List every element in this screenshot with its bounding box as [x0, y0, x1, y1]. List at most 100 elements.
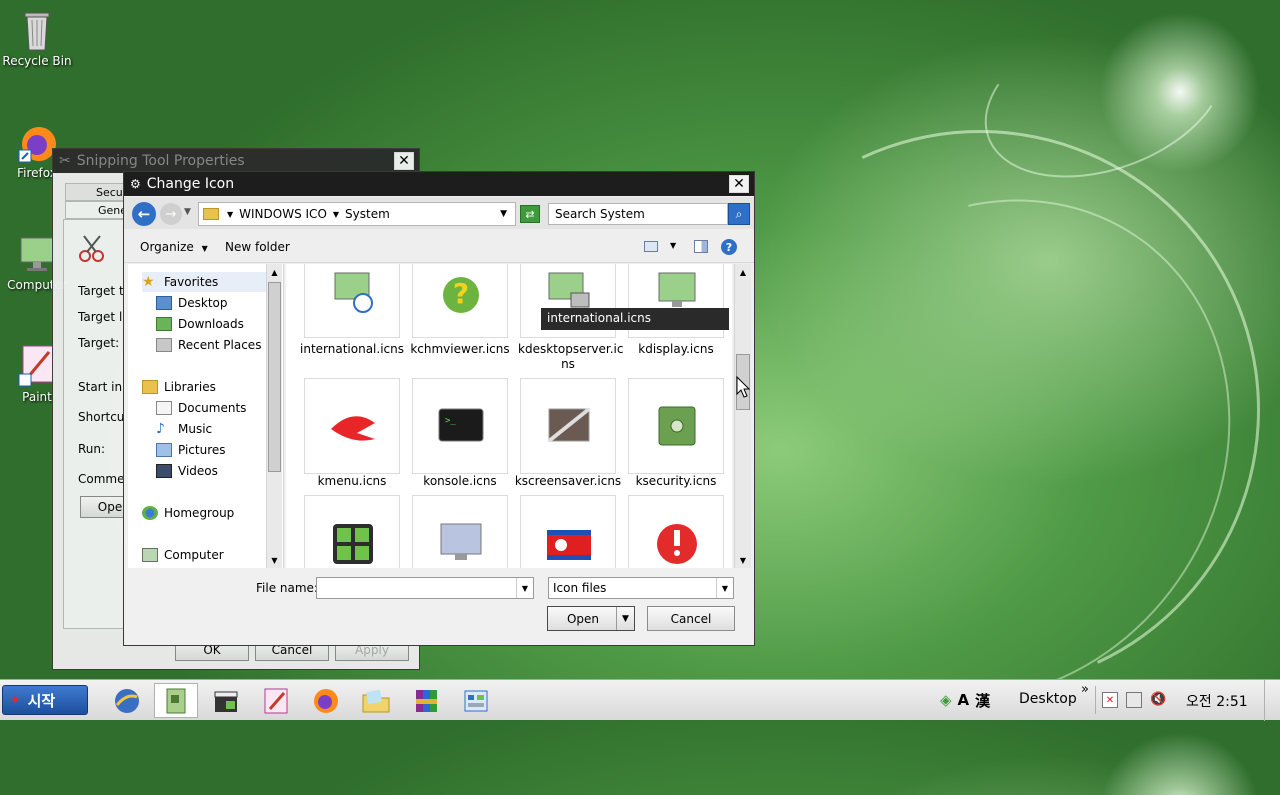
organize-menu[interactable]: Organize ▼ — [140, 240, 208, 254]
taskbar-app-browser[interactable] — [105, 683, 149, 718]
file-tile[interactable] — [520, 378, 616, 474]
taskbar-app-control-panel[interactable] — [454, 683, 498, 718]
dropdown-chevron-icon[interactable]: ▼ — [516, 578, 533, 598]
taskbar-app-paint[interactable] — [254, 683, 298, 718]
scroll-down-icon[interactable]: ▼ — [267, 552, 282, 568]
file-tile[interactable] — [304, 378, 400, 474]
back-arrow-icon[interactable]: ← — [132, 202, 156, 226]
breadcrumb-sep-icon[interactable]: ▼ — [227, 210, 233, 219]
documents-icon — [156, 401, 172, 415]
sidebar-item-documents[interactable]: Documents — [156, 398, 246, 418]
file-name-input[interactable]: ▼ — [316, 577, 534, 599]
breadcrumb-dropdown-icon[interactable]: ▼ — [500, 209, 507, 219]
monitor-icon — [440, 523, 482, 560]
breadcrumb-item[interactable]: WINDOWS ICO — [239, 207, 327, 221]
breadcrumb-item[interactable]: System — [345, 207, 390, 221]
toolbar-chevron[interactable]: » — [1081, 682, 1089, 697]
breadcrumb-sep-icon[interactable]: ▼ — [333, 210, 339, 219]
field-label: Target lc — [78, 310, 129, 324]
sidebar-item-desktop[interactable]: Desktop — [156, 293, 228, 313]
taskbar-app-folder[interactable] — [354, 683, 398, 718]
pictures-icon — [156, 443, 172, 457]
file-tile[interactable]: ? — [412, 264, 508, 338]
dialog-titlebar: ⚙ Change Icon ✕ — [124, 172, 754, 196]
scroll-up-icon[interactable]: ▲ — [735, 264, 751, 280]
folder-icon — [362, 689, 390, 712]
sidebar-item-music[interactable]: ♪ Music — [156, 419, 212, 439]
file-tile[interactable]: >_ — [412, 378, 508, 474]
taskbar-app-document-active[interactable] — [154, 683, 198, 718]
dialog-title: Change Icon — [146, 176, 235, 192]
action-center-icon[interactable]: ✕ — [1102, 692, 1118, 708]
file-name: kdisplay.icns — [638, 342, 714, 356]
sidebar-item-libraries[interactable]: Libraries — [142, 377, 216, 397]
split-chevron-icon[interactable]: ▼ — [616, 607, 634, 630]
kchmviewer-icon: ? — [443, 277, 479, 313]
sidebar-item-downloads[interactable]: Downloads — [156, 314, 244, 334]
file-tile[interactable] — [412, 495, 508, 568]
taskbar-app-firefox[interactable] — [304, 683, 348, 718]
field-label: Commer — [78, 472, 130, 486]
view-icon[interactable] — [644, 241, 658, 252]
file-view-scrollbar[interactable]: ▲ ▼ — [734, 264, 751, 568]
homegroup-icon — [142, 506, 158, 520]
start-button[interactable]: ✦ 시작 — [2, 685, 88, 715]
sidebar-item-recent-places[interactable]: Recent Places — [156, 335, 261, 355]
scroll-up-icon[interactable]: ▲ — [267, 264, 282, 280]
history-chevron-icon[interactable]: ▼ — [184, 207, 191, 217]
breadcrumb[interactable]: ▼ WINDOWS ICO ▼ System ▼ — [198, 202, 516, 226]
svg-text:>_: >_ — [445, 416, 456, 426]
network-icon[interactable] — [1126, 692, 1142, 708]
address-row: ← → ▼ ▼ WINDOWS ICO ▼ System ▼ ⇄ Search … — [124, 197, 754, 229]
file-tile[interactable] — [304, 495, 400, 568]
file-tile[interactable] — [304, 264, 400, 338]
file-tile[interactable] — [628, 495, 724, 568]
svg-text:?: ? — [453, 277, 469, 310]
kscreensaver-icon — [547, 407, 591, 443]
scrollbar-thumb[interactable] — [268, 282, 281, 472]
close-button[interactable]: ✕ — [729, 175, 749, 193]
clock[interactable]: 오전 2:51 — [1186, 691, 1248, 711]
sidebar-item-pictures[interactable]: Pictures — [156, 440, 226, 460]
scroll-down-icon[interactable]: ▼ — [735, 552, 751, 568]
dropdown-chevron-icon[interactable]: ▼ — [716, 578, 733, 598]
sidebar-item-videos[interactable]: Videos — [156, 461, 218, 481]
field-label: Run: — [78, 442, 106, 456]
preview-pane-icon[interactable] — [694, 240, 708, 253]
star-icon: ★ — [142, 274, 155, 290]
file-name-label: File name: — [256, 581, 318, 595]
navigation-scrollbar[interactable]: ▲ ▼ — [266, 264, 282, 568]
window-titlebar: ✂ Snipping Tool Properties ✕ — [53, 149, 419, 173]
start-star-icon: ✦ — [9, 691, 22, 709]
file-tile[interactable] — [628, 378, 724, 474]
taskbar-app-archive[interactable] — [404, 683, 448, 718]
view-chevron-icon[interactable]: ▼ — [670, 241, 676, 250]
search-icon[interactable]: ⌕ — [728, 203, 750, 225]
close-button[interactable]: ✕ — [394, 152, 414, 170]
tooltip: international.icns — [541, 308, 729, 330]
language-icon[interactable]: ◈ — [940, 691, 952, 709]
file-tile[interactable] — [520, 495, 616, 568]
desktop-icon-label: Recycle Bin — [2, 54, 72, 68]
input-mode-latin[interactable]: A — [958, 691, 970, 709]
search-input[interactable]: Search System — [548, 203, 728, 225]
input-mode-hanja[interactable]: 漢 — [975, 690, 990, 711]
help-icon[interactable]: ? — [721, 239, 737, 255]
forward-arrow-icon[interactable]: → — [160, 203, 182, 225]
file-type-select[interactable]: Icon files ▼ — [548, 577, 734, 599]
konsole-icon: >_ — [438, 408, 484, 442]
cancel-button[interactable]: Cancel — [647, 606, 735, 631]
show-desktop-button[interactable] — [1264, 680, 1280, 721]
downloads-icon — [156, 317, 172, 331]
open-button[interactable]: Open ▼ — [547, 606, 635, 631]
sidebar-item-favorites[interactable]: ★ Favorites — [142, 272, 266, 292]
desktop-icon-recycle-bin[interactable]: Recycle Bin — [0, 8, 74, 68]
desktop-toolbar-label[interactable]: Desktop — [1019, 691, 1077, 707]
sidebar-item-homegroup[interactable]: Homegroup — [142, 503, 234, 523]
taskbar-app-movie[interactable] — [204, 683, 248, 718]
sidebar-item-computer[interactable]: Computer — [142, 545, 224, 565]
kmenu-icon — [331, 416, 375, 441]
refresh-icon[interactable]: ⇄ — [520, 205, 540, 223]
volume-icon[interactable]: 🔇 — [1150, 692, 1166, 707]
new-folder-button[interactable]: New folder — [225, 240, 290, 254]
